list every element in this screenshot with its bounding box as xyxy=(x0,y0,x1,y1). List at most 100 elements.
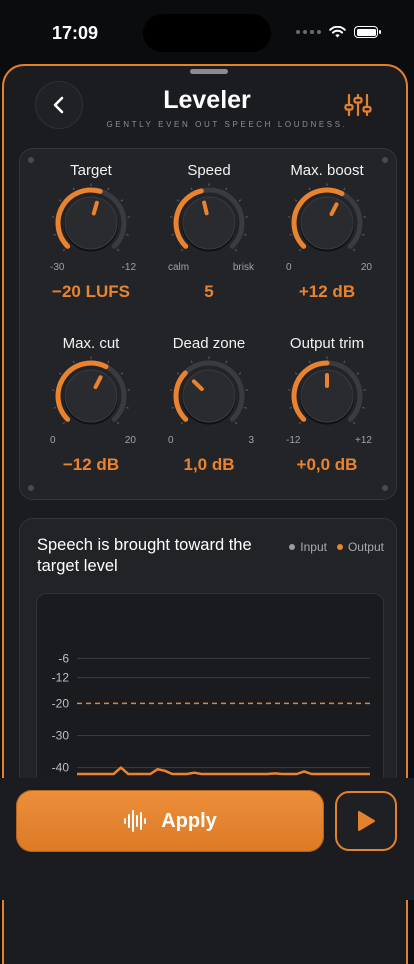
knob-body xyxy=(65,197,117,249)
range-min: 0 xyxy=(168,435,174,446)
sheet-grabber[interactable] xyxy=(190,69,228,74)
knob-tick xyxy=(244,234,246,235)
knob-label: Max. cut xyxy=(32,335,150,352)
knob-tick xyxy=(353,249,355,251)
speed-knob[interactable] xyxy=(169,183,249,263)
waveform-icon xyxy=(123,809,147,833)
knob-tick xyxy=(59,200,61,201)
legend-output-label: Output xyxy=(348,540,384,554)
legend-dot-output xyxy=(337,544,343,550)
page-subtitle: GENTLY EVEN OUT SPEECH LOUDNESS. xyxy=(24,120,414,129)
knob-tick xyxy=(121,373,123,374)
knob-body xyxy=(65,370,117,422)
play-icon xyxy=(355,809,377,833)
knob-tick xyxy=(181,422,183,424)
knob-tick xyxy=(295,200,297,201)
knob-tick xyxy=(362,407,364,408)
cellular-signal-icon xyxy=(296,30,321,34)
knob-target: Target -30 -12 −20 LUFS xyxy=(32,149,150,309)
knob-tick xyxy=(53,234,55,235)
knob-panel: Target -30 -12 −20 LUFS Speed calm brisk… xyxy=(19,148,397,500)
knob-value: 1,0 dB xyxy=(150,455,268,475)
knob-value: 5 xyxy=(150,282,268,302)
knob-tick xyxy=(239,200,241,201)
knob-tick xyxy=(344,361,345,363)
knob-tick xyxy=(309,188,310,190)
knob-tick xyxy=(239,373,241,374)
knob-tick xyxy=(73,188,74,190)
knob-tick xyxy=(295,373,297,374)
range-min: 0 xyxy=(286,262,292,273)
status-time: 17:09 xyxy=(52,23,98,44)
panel-screw xyxy=(382,485,388,491)
dead-zone-knob[interactable] xyxy=(169,356,249,436)
knob-tick xyxy=(191,188,192,190)
knob-tick xyxy=(289,234,291,235)
range-max: brisk xyxy=(233,262,254,273)
apply-button[interactable]: Apply xyxy=(16,790,324,852)
range-max: 3 xyxy=(248,435,254,446)
knob-body xyxy=(183,197,235,249)
knob-label: Target xyxy=(32,162,150,179)
knob-dead-zone: Dead zone 0 3 1,0 dB xyxy=(150,322,268,482)
knob-tick xyxy=(357,200,359,201)
knob-tick xyxy=(181,249,183,251)
knob-tick xyxy=(108,361,109,363)
knob-tick xyxy=(73,361,74,363)
apply-label: Apply xyxy=(161,810,217,833)
knob-body xyxy=(301,197,353,249)
knob-tick xyxy=(117,422,119,424)
target-knob[interactable] xyxy=(51,183,131,263)
knob-max-boost: Max. boost 0 20 +12 dB xyxy=(268,149,386,309)
range-min: -30 xyxy=(50,262,64,273)
knob-label: Output trim xyxy=(268,335,386,352)
panel-screw xyxy=(28,485,34,491)
range-max: -12 xyxy=(122,262,136,273)
legend-dot-input xyxy=(289,544,295,550)
range-max: 20 xyxy=(361,262,372,273)
knob-max-cut: Max. cut 0 20 −12 dB xyxy=(32,322,150,482)
knob-tick xyxy=(362,234,364,235)
knob-tick xyxy=(191,361,192,363)
output-series-line xyxy=(77,768,370,774)
knob-tick xyxy=(226,188,227,190)
max-cut-knob[interactable] xyxy=(51,356,131,436)
knob-tick xyxy=(117,249,119,251)
knob-tick xyxy=(121,200,123,201)
range-max: +12 xyxy=(355,435,372,446)
y-tick-label: -40 xyxy=(52,761,70,775)
output-trim-knob[interactable] xyxy=(287,356,367,436)
play-preview-button[interactable] xyxy=(335,791,397,851)
knob-tick xyxy=(177,200,179,201)
chart-legend: Input Output xyxy=(289,540,384,554)
knob-pointer xyxy=(204,203,207,214)
y-tick-label: -12 xyxy=(52,671,70,685)
knob-tick xyxy=(244,407,246,408)
status-bar: 17:09 xyxy=(0,0,414,64)
knob-tick xyxy=(299,422,301,424)
legend-output: Output xyxy=(337,540,384,554)
range-min: 0 xyxy=(50,435,56,446)
range-min: calm xyxy=(168,262,189,273)
max-boost-knob[interactable] xyxy=(287,183,367,263)
knob-tick xyxy=(226,361,227,363)
y-tick-label: -30 xyxy=(52,728,70,742)
knob-tick xyxy=(235,249,237,251)
y-tick-label: -6 xyxy=(58,651,69,665)
knob-tick xyxy=(299,249,301,251)
range-max: 20 xyxy=(125,435,136,446)
legend-input-label: Input xyxy=(300,540,327,554)
y-tick-label: -20 xyxy=(52,696,70,710)
knob-tick xyxy=(53,407,55,408)
knob-label: Max. boost xyxy=(268,162,386,179)
knob-label: Dead zone xyxy=(150,335,268,352)
knob-body xyxy=(183,370,235,422)
knob-tick xyxy=(126,407,128,408)
knob-label: Speed xyxy=(150,162,268,179)
knob-tick xyxy=(63,422,65,424)
sliders-icon[interactable] xyxy=(344,92,372,118)
chart-heading: Speech is brought toward the target leve… xyxy=(37,535,257,577)
knob-tick xyxy=(171,234,173,235)
knob-tick xyxy=(171,407,173,408)
wifi-icon xyxy=(329,26,346,38)
